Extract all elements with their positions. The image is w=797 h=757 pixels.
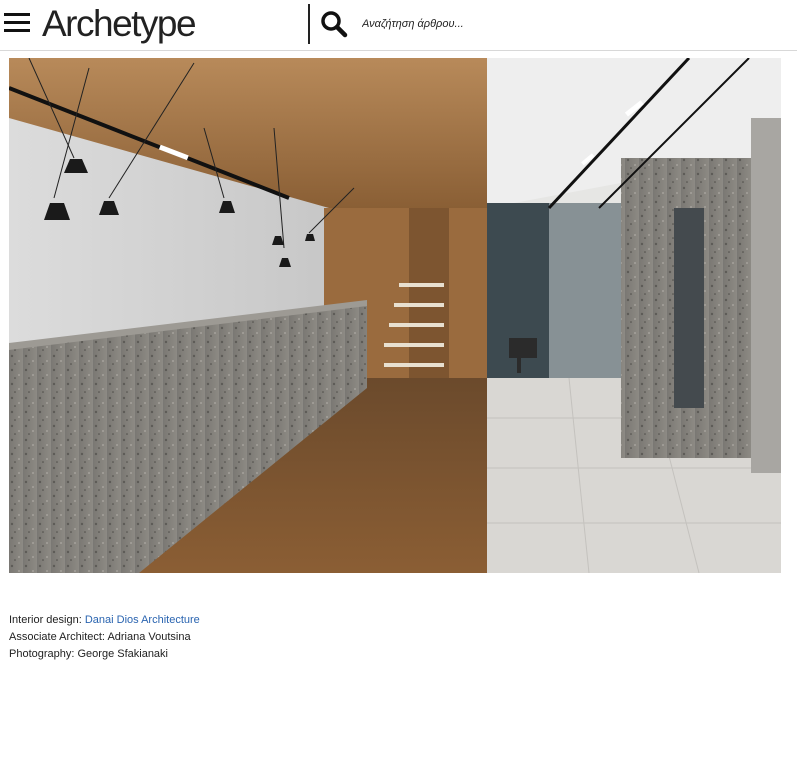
header-divider xyxy=(308,4,310,44)
credit-label: Interior design: xyxy=(9,614,85,626)
credit-interior-design: Interior design: Danai Dios Architecture xyxy=(9,612,200,629)
credit-associate-architect: Associate Architect: Adriana Voutsina xyxy=(9,629,200,646)
credit-label: Photography: xyxy=(9,648,78,660)
credit-photography: Photography: George Sfakianaki xyxy=(9,646,200,663)
interior-photo xyxy=(9,58,781,573)
credit-label: Associate Architect: xyxy=(9,631,108,643)
search-input[interactable] xyxy=(362,14,782,34)
search-icon[interactable] xyxy=(320,10,348,38)
site-header: Archetype xyxy=(0,0,797,51)
credit-value: George Sfakianaki xyxy=(77,648,169,660)
interior-design-link[interactable]: Danai Dios Architecture xyxy=(85,614,200,626)
site-logo[interactable]: Archetype xyxy=(42,2,197,46)
hamburger-menu-icon[interactable] xyxy=(4,13,30,37)
credit-value: Adriana Voutsina xyxy=(107,631,191,643)
photo-credits: Interior design: Danai Dios Architecture… xyxy=(9,612,200,663)
